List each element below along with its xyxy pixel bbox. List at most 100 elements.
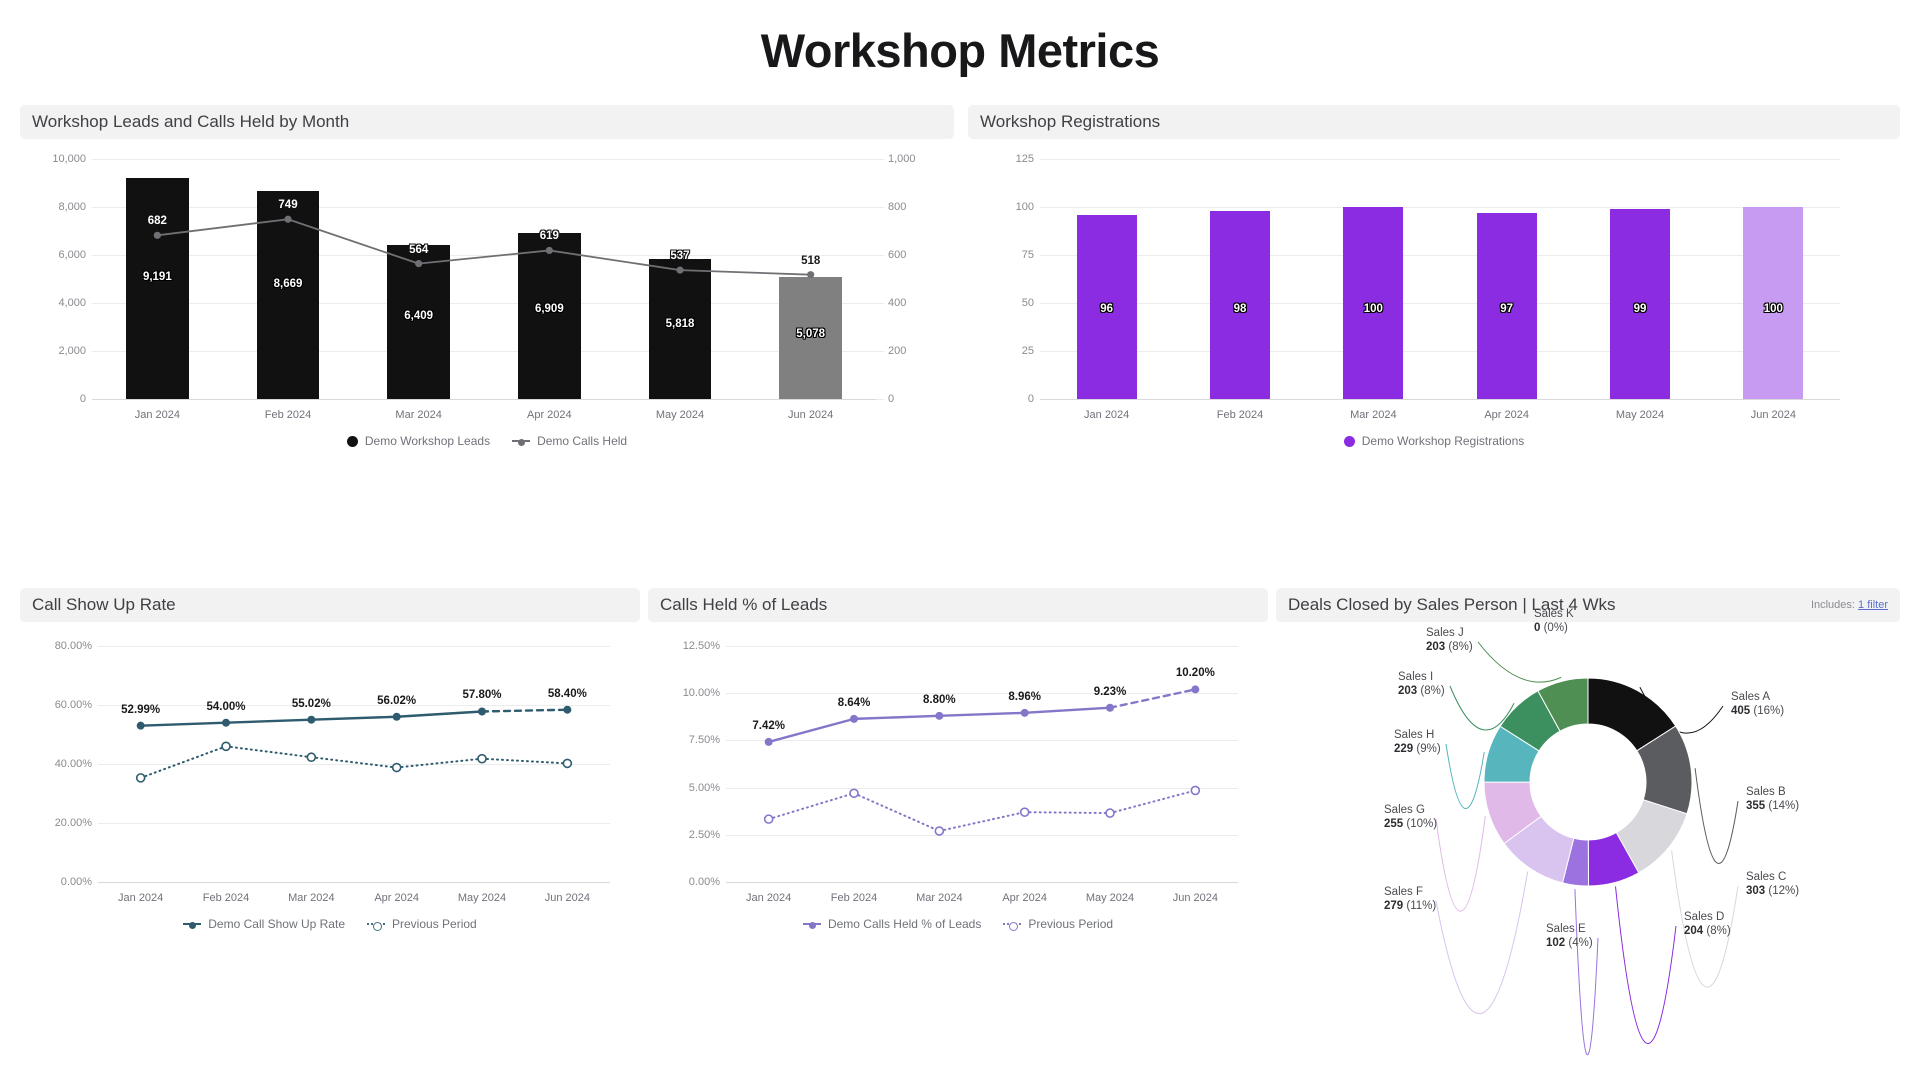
y-axis-tick: 25 [1021,345,1034,357]
gridline [1040,399,1840,400]
legend-label: Demo Workshop Leads [364,434,491,448]
panel-header: Deals Closed by Sales Person | Last 4 Wk… [1276,588,1900,622]
donut-slice-name: Sales E [1546,923,1586,935]
legend-label: Previous Period [1028,917,1114,931]
calls-held-line [153,215,815,279]
filter-prefix: Includes: [1810,599,1855,611]
bar-value-label: 100 [1363,303,1383,315]
donut-slice-name: Sales A [1731,691,1770,703]
chart-deals-donut[interactable]: Sales A 405 (16%) Sales B 355 (14%) Sales C 3… [1276,608,1900,1056]
legend-label: Demo Calls Held [537,434,628,448]
bar-value-label: 99 [1633,303,1647,315]
y-axis-tick: 0 [1027,393,1034,405]
legend-item[interactable]: Demo Call Show Up Rate [183,917,345,931]
panel-deals-closed: Deals Closed by Sales Person | Last 4 Wk… [1276,588,1900,1056]
gridline [1040,207,1840,208]
panel-calls-held-pct: Calls Held % of Leads 0.00% 2.50% 5.00% 7.5… [648,588,1268,968]
x-axis-tick: Mar 2024 [1350,409,1397,421]
gridline [1040,303,1840,304]
legend-line-icon [1003,922,1022,931]
line-value-label: 619 [539,230,559,243]
panel-header: Call Show Up Rate [20,588,640,622]
chart-show-up-rate[interactable]: 0.00% 20.00% 40.00% 60.00% 80.00% Jan 2024 Feb… [20,622,640,962]
donut-slice-value: 204 (8%) [1684,925,1731,937]
legend-dot-icon [346,435,358,447]
filter-link[interactable]: 1 filter [1858,599,1888,611]
donut-slice-name: Sales I [1398,671,1433,683]
legend-label: Demo Call Show Up Rate [208,917,345,931]
chart-legend: Demo Calls Held % of Leads Previous Perio… [648,917,1268,931]
chart-legend: Demo Workshop Registrations [968,434,1900,448]
legend-line-icon [183,922,202,929]
gridline [1040,159,1840,160]
donut-slice-name: Sales J [1426,627,1464,639]
donut-slice-name: Sales B [1746,786,1786,798]
chart-legend: Demo Call Show Up Rate Previous Period [20,917,640,931]
panel-header: Calls Held % of Leads [648,588,1268,622]
panel-header: Workshop Registrations [968,105,1900,139]
donut-slice-value: 279 (11%) [1384,900,1436,912]
legend-item[interactable]: Demo Workshop Registrations [1343,434,1525,448]
donut-slice-value: 203 (8%) [1398,685,1445,697]
panel-workshop-registrations: Workshop Registrations 0 25 50 75 100 125 Jan … [968,105,1900,485]
donut-slice-value: 303 (12%) [1746,885,1799,897]
line-value-label: 518 [801,254,821,267]
line-series [763,685,1201,836]
legend-item[interactable]: Demo Workshop Leads [346,434,491,448]
y-axis-tick: 125 [1015,153,1034,165]
legend-item[interactable]: Previous Period [367,917,477,931]
x-axis-tick: Jun 2024 [1750,409,1796,421]
y-axis-tick: 75 [1021,249,1034,261]
gridline [1040,351,1840,352]
chart-legend: Demo Workshop Leads Demo Calls Held [20,434,954,448]
line-series [135,705,573,783]
legend-line-icon [512,439,531,446]
donut-slice-name: Sales K [1534,608,1574,620]
donut-slice-name: Sales C [1746,871,1786,883]
panel-title: Workshop Registrations [980,112,1161,131]
donut-slice-name: Sales H [1394,729,1434,741]
bar-value-label: 97 [1500,303,1514,315]
gridline [1040,255,1840,256]
donut-slice-value: 0 (0%) [1534,622,1568,634]
panel-header: Workshop Leads and Calls Held by Month [20,105,954,139]
donut-slice-name: Sales G [1384,804,1425,816]
donut-slice-value: 102 (4%) [1546,937,1593,949]
legend-item[interactable]: Demo Calls Held [512,434,627,448]
line-value-label: 564 [409,243,429,256]
chart-calls-held-pct[interactable]: 0.00% 2.50% 5.00% 7.50% 10.00% 12.50% Jan 2024… [648,622,1268,962]
legend-line-icon [802,922,821,929]
donut-slice-value: 405 (16%) [1731,705,1784,717]
donut-slice-value: 355 (14%) [1746,800,1799,812]
bar-value-label: 100 [1763,303,1783,315]
dashboard-page: Workshop Metrics Workshop Leads and Call… [0,0,1920,1079]
legend-line-icon [367,922,385,931]
x-axis-tick: Feb 2024 [1216,409,1264,421]
line-value-label: 682 [147,215,167,228]
legend-label: Demo Calls Held % of Leads [827,917,982,931]
legend-item[interactable]: Demo Calls Held % of Leads [802,917,982,931]
page-title: Workshop Metrics [760,24,1160,77]
panel-workshop-leads-calls: Workshop Leads and Calls Held by Month 0… [20,105,954,485]
legend-label: Demo Workshop Registrations [1361,434,1525,448]
panel-call-show-up-rate: Call Show Up Rate 0.00% 20.00% 40.00% 60.00… [20,588,640,968]
donut-chart[interactable]: Sales A 405 (16%) Sales B 355 (14%) Sales C 3… [1276,608,1900,1056]
chart-leads-calls[interactable]: 0 2,000 4,000 6,000 8,000 10,000 0 200 400 600 800… [20,139,954,479]
bar-value-label: 96 [1100,303,1114,315]
panel-title: Call Show Up Rate [32,595,176,614]
panel-title: Workshop Leads and Calls Held by Month [32,112,350,131]
donut-slice-name: Sales F [1384,886,1423,898]
x-axis-tick: Jan 2024 [1084,409,1130,421]
donut-slice-value: 255 (10%) [1384,818,1437,830]
chart-registrations[interactable]: 0 25 50 75 100 125 Jan 2024 Feb 2024 Mar 2024 Apr… [968,139,1900,479]
legend-label: Previous Period [392,917,477,931]
y-axis-tick: 50 [1021,297,1034,309]
legend-item[interactable]: Previous Period [1003,917,1113,931]
y-axis-tick: 100 [1015,201,1034,213]
donut-slice-name: Sales D [1684,911,1724,923]
donut-slice-value: 203 (8%) [1426,641,1473,653]
x-axis-tick: May 2024 [1615,409,1665,421]
donut-slice-value: 229 (9%) [1394,743,1441,755]
legend-dot-icon [1343,435,1355,447]
line-value-label: 537 [670,250,690,263]
